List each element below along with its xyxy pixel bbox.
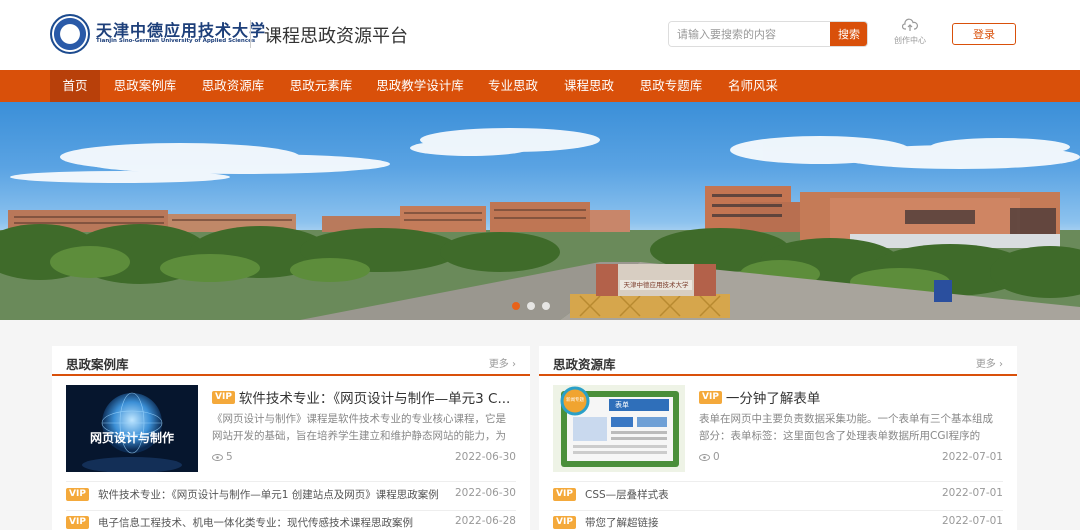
login-button[interactable]: 登录 — [952, 23, 1016, 45]
search-button[interactable]: 搜索 — [830, 22, 867, 46]
thumbnail-tab: 表单 — [615, 401, 629, 409]
panel-title: 思政资源库 — [553, 357, 616, 372]
more-label: 更多 — [975, 359, 996, 370]
creator-center-label: 创作中心 — [894, 36, 926, 45]
search-input[interactable] — [669, 22, 830, 46]
nav-item-case-library[interactable]: 思政案例库 — [108, 70, 182, 102]
site-header: 天津中德应用技术大学 Tianjin Sino-German Universit… — [0, 0, 1080, 70]
vip-badge: VIP — [66, 516, 89, 529]
view-count: 0 — [699, 451, 720, 463]
featured-title[interactable]: VIP 一分钟了解表单 — [699, 387, 1003, 407]
panel-title: 思政案例库 — [66, 357, 129, 372]
vip-badge: VIP — [66, 488, 89, 501]
featured-thumbnail[interactable]: 新闻专题 表单 — [553, 385, 685, 472]
nav-item-home[interactable]: 首页 — [50, 70, 100, 102]
featured-title[interactable]: VIP 软件技术专业：《网页设计与制作—单元3 C... — [212, 387, 516, 407]
eye-icon — [699, 453, 710, 461]
thumbnail-badge: 新闻专题 — [566, 398, 584, 403]
gate-sign-text: 天津中德应用技术大学 — [623, 281, 689, 289]
university-seal-icon[interactable] — [50, 14, 90, 54]
cloud-upload-icon — [902, 18, 918, 31]
vip-badge: VIP — [699, 390, 722, 404]
featured-body: VIP 一分钟了解表单 表单在网页中主要负责数据采集功能。一个表单有三个基本组成部… — [699, 385, 1003, 473]
carousel-dot-3[interactable] — [542, 302, 550, 310]
campus-photo — [0, 128, 1080, 320]
more-link[interactable]: 更多 › — [489, 355, 516, 370]
thumbnail-caption: 网页设计与制作 — [89, 431, 174, 445]
list-item[interactable]: VIP 电子信息工程技术、机电一体化类专业：现代传感技术课程思政案例 2022-… — [66, 513, 516, 530]
case-library-panel: 思政案例库 更多 › 网页设计与制作 VIP 软件技术专业：《网页设计与制作—单… — [52, 346, 530, 530]
divider — [66, 481, 516, 482]
nav-item-major-ideology[interactable]: 专业思政 — [482, 70, 544, 102]
view-count-value: 0 — [713, 451, 720, 463]
more-label: 更多 — [488, 359, 509, 370]
vip-badge: VIP — [212, 390, 235, 404]
featured-description: 表单在网页中主要负责数据采集功能。一个表单有三个基本组成部分：表单标签：这里面包… — [699, 413, 993, 442]
more-link[interactable]: 更多 › — [976, 355, 1003, 370]
creator-center-button[interactable]: 创作中心 — [886, 18, 934, 46]
chevron-right-icon: › — [512, 359, 516, 370]
nav-item-topic-library[interactable]: 思政专题库 — [634, 70, 708, 102]
featured-resource[interactable]: 新闻专题 表单 VIP 一分钟了解表单 表单在网页中主要负责数据采集功能。一个表单… — [553, 385, 1003, 473]
featured-title-text: 一分钟了解表单 — [725, 391, 821, 407]
list-item-date: 2022-07-01 — [941, 515, 1003, 527]
divider — [66, 510, 516, 511]
list-item-date: 2022-07-01 — [941, 487, 1003, 499]
logo-divider — [250, 20, 251, 48]
list-item[interactable]: VIP CSS—层叠样式表 2022-07-01 — [553, 485, 1003, 505]
list-item-date: 2022-06-30 — [454, 487, 516, 499]
featured-description: 《网页设计与制作》课程是软件技术专业的专业核心课程，它是网站开发的基础，旨在培养… — [212, 413, 506, 442]
nav-item-course-ideology[interactable]: 课程思政 — [558, 70, 620, 102]
vip-badge: VIP — [553, 488, 576, 501]
eye-icon — [212, 453, 223, 461]
list-item[interactable]: VIP 软件技术专业：《网页设计与制作—单元1 创建站点及网页》课程思政案例 2… — [66, 485, 516, 505]
featured-case[interactable]: 网页设计与制作 VIP 软件技术专业：《网页设计与制作—单元3 C... 《网页设… — [66, 385, 516, 473]
vip-badge: VIP — [553, 516, 576, 529]
list-item-date: 2022-06-28 — [454, 515, 516, 527]
carousel-dot-1[interactable] — [512, 302, 520, 310]
university-name-en: Tianjin Sino-German University of Applie… — [96, 38, 256, 44]
list-item-title: 电子信息工程技术、机电一体化类专业：现代传感技术课程思政案例 — [98, 517, 413, 529]
main-nav: 首页 思政案例库 思政资源库 思政元素库 思政教学设计库 专业思政 课程思政 思… — [0, 70, 1080, 102]
list-item-title: 软件技术专业：《网页设计与制作—单元1 创建站点及网页》课程思政案例 — [98, 489, 438, 501]
view-count: 5 — [212, 451, 233, 463]
carousel-dot-2[interactable] — [527, 302, 535, 310]
featured-date: 2022-07-01 — [941, 451, 1003, 463]
search-box: 搜索 — [668, 21, 868, 47]
nav-item-teaching-design-library[interactable]: 思政教学设计库 — [372, 70, 468, 102]
nav-item-resource-library[interactable]: 思政资源库 — [196, 70, 270, 102]
list-item-title: CSS—层叠样式表 — [585, 489, 669, 501]
nav-item-element-library[interactable]: 思政元素库 — [284, 70, 358, 102]
site-title: 课程思政资源平台 — [264, 26, 408, 47]
hero-banner[interactable]: 天津中德应用技术大学 — [0, 102, 1080, 320]
featured-title-text: 软件技术专业：《网页设计与制作—单元3 C... — [238, 391, 511, 407]
panel-header: 思政资源库 更多 › — [539, 346, 1017, 376]
list-item-title: 带您了解超链接 — [585, 517, 659, 529]
view-count-value: 5 — [226, 451, 233, 463]
chevron-right-icon: › — [999, 359, 1003, 370]
nav-item-famous-teachers[interactable]: 名师风采 — [722, 70, 784, 102]
divider — [553, 510, 1003, 511]
divider — [553, 481, 1003, 482]
featured-thumbnail[interactable]: 网页设计与制作 — [66, 385, 198, 472]
featured-body: VIP 软件技术专业：《网页设计与制作—单元3 C... 《网页设计与制作》课程是… — [212, 385, 516, 473]
resource-library-panel: 思政资源库 更多 › 新闻专题 表单 VIP 一分钟了解表单 表单在网页中主要负… — [539, 346, 1017, 530]
list-item[interactable]: VIP 带您了解超链接 2022-07-01 — [553, 513, 1003, 530]
featured-date: 2022-06-30 — [454, 451, 516, 463]
panel-header: 思政案例库 更多 › — [52, 346, 530, 376]
